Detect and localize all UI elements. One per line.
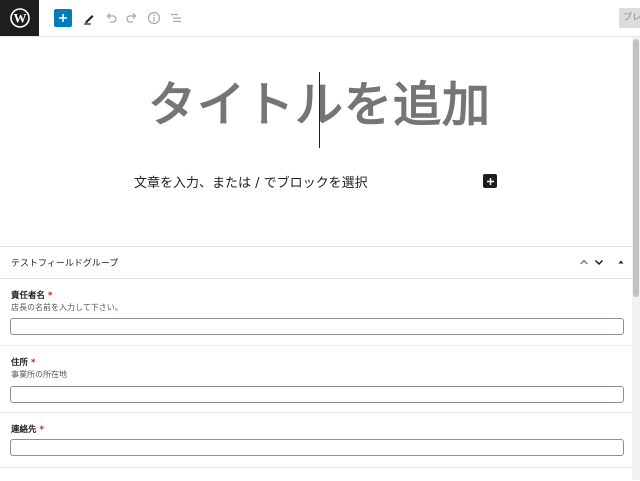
undo-button[interactable] [102,9,120,27]
field-label-text: 住所 [11,358,29,368]
manager-name-input[interactable] [10,318,624,335]
plus-icon [59,14,67,22]
wordpress-icon: W [9,8,30,28]
field-separator [0,412,632,413]
inline-add-block-button[interactable] [483,174,497,188]
add-block-button[interactable] [54,9,72,27]
details-button[interactable] [145,9,163,27]
contact-input[interactable] [10,439,624,456]
preview-button[interactable]: プレビュー [619,8,640,28]
info-icon [147,11,161,25]
scrollbar-thumb[interactable] [633,39,639,297]
editor-header: W プレビュー [0,0,640,37]
meta-box-title: テストフィールドグループ [11,259,119,269]
text-cursor [319,72,320,148]
field-label-text: 責任者名 [11,291,46,301]
required-mark: * [31,358,36,368]
plus-icon [486,177,494,185]
field-label-contact: 連絡先 * [11,423,44,435]
tools-button[interactable] [80,9,98,27]
pencil-icon [84,15,94,25]
meta-box-header[interactable]: テストフィールドグループ [0,247,632,279]
editor-scrollbar[interactable] [632,37,640,480]
field-separator [0,467,632,468]
list-view-icon [171,13,181,23]
collapse-toggle-icon[interactable] [615,256,627,268]
redo-icon [126,13,137,23]
field-label-manager-name: 責任者名 * [11,289,52,301]
chevron-down-icon[interactable] [593,256,605,268]
redo-button[interactable] [123,9,141,27]
required-mark: * [48,291,53,301]
meta-box-panel: テストフィールドグループ 責任者名 * 店長の名前を入力して下さい。 住所 * 事業… [0,246,632,481]
undo-icon [106,13,117,23]
address-input[interactable] [10,386,624,403]
field-label-text: 連絡先 [11,425,37,435]
svg-text:W: W [13,11,26,26]
field-separator [0,345,632,346]
field-label-address: 住所 * [11,356,35,368]
field-description: 事業所の所在地 [11,370,67,379]
paragraph-block-placeholder[interactable]: 文章を入力、または / でブロックを選択 [134,172,368,191]
chevron-up-icon[interactable] [578,256,590,268]
wordpress-logo-button[interactable]: W [0,0,39,36]
required-mark: * [39,425,44,435]
list-view-button[interactable] [167,9,185,27]
field-description: 店長の名前を入力して下さい。 [11,303,123,312]
